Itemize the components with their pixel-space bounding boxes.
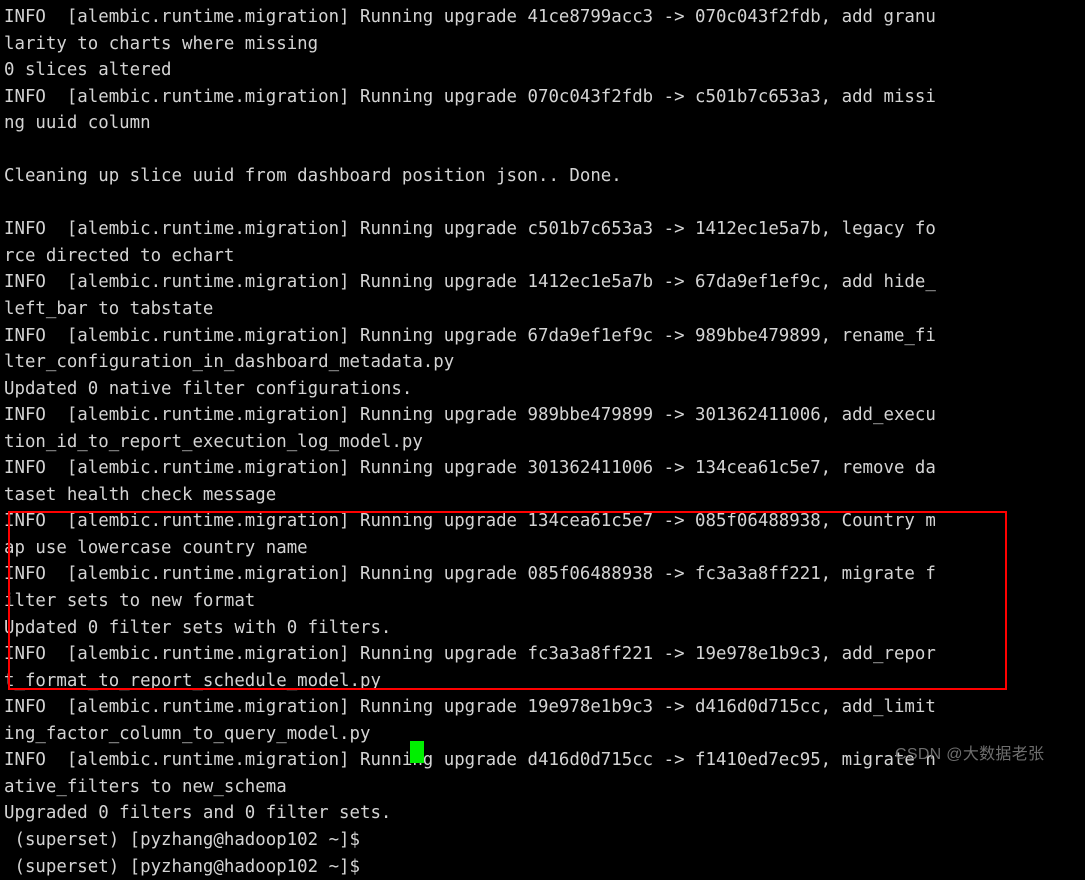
terminal-line: INFO [alembic.runtime.migration] Running… — [4, 694, 1085, 721]
terminal-line: INFO [alembic.runtime.migration] Running… — [4, 561, 1085, 588]
terminal-line: (superset) [pyzhang@hadoop102 ~]$ — [4, 827, 1085, 854]
terminal-line: INFO [alembic.runtime.migration] Running… — [4, 269, 1085, 296]
terminal-cursor — [410, 741, 424, 763]
terminal-line — [4, 137, 1085, 164]
terminal-line: INFO [alembic.runtime.migration] Running… — [4, 402, 1085, 429]
terminal-line: (superset) [pyzhang@hadoop102 ~]$ — [4, 854, 1085, 880]
terminal-line: INFO [alembic.runtime.migration] Running… — [4, 4, 1085, 31]
terminal-line: lter_configuration_in_dashboard_metadata… — [4, 349, 1085, 376]
terminal-line: Upgraded 0 filters and 0 filter sets. — [4, 800, 1085, 827]
terminal-line: larity to charts where missing — [4, 31, 1085, 58]
terminal-line: Updated 0 native filter configurations. — [4, 376, 1085, 403]
terminal-line: tion_id_to_report_execution_log_model.py — [4, 429, 1085, 456]
terminal-line: ilter sets to new format — [4, 588, 1085, 615]
terminal-line: ap use lowercase country name — [4, 535, 1085, 562]
terminal-line: INFO [alembic.runtime.migration] Running… — [4, 216, 1085, 243]
terminal-line: ative_filters to new_schema — [4, 774, 1085, 801]
terminal-line: taset health check message — [4, 482, 1085, 509]
terminal-line: 0 slices altered — [4, 57, 1085, 84]
terminal-line: INFO [alembic.runtime.migration] Running… — [4, 323, 1085, 350]
csdn-watermark: CSDN @大数据老张 — [895, 740, 1044, 764]
terminal-line: ng uuid column — [4, 110, 1085, 137]
terminal-line: INFO [alembic.runtime.migration] Running… — [4, 455, 1085, 482]
terminal-line: left_bar to tabstate — [4, 296, 1085, 323]
terminal-line: Updated 0 filter sets with 0 filters. — [4, 615, 1085, 642]
terminal-line: t_format_to_report_schedule_model.py — [4, 668, 1085, 695]
terminal-line: INFO [alembic.runtime.migration] Running… — [4, 641, 1085, 668]
terminal-window[interactable]: INFO [alembic.runtime.migration] Running… — [0, 0, 1085, 775]
terminal-line: INFO [alembic.runtime.migration] Running… — [4, 84, 1085, 111]
terminal-line: Cleaning up slice uuid from dashboard po… — [4, 163, 1085, 190]
terminal-line — [4, 190, 1085, 217]
terminal-line: INFO [alembic.runtime.migration] Running… — [4, 508, 1085, 535]
terminal-line: rce directed to echart — [4, 243, 1085, 270]
